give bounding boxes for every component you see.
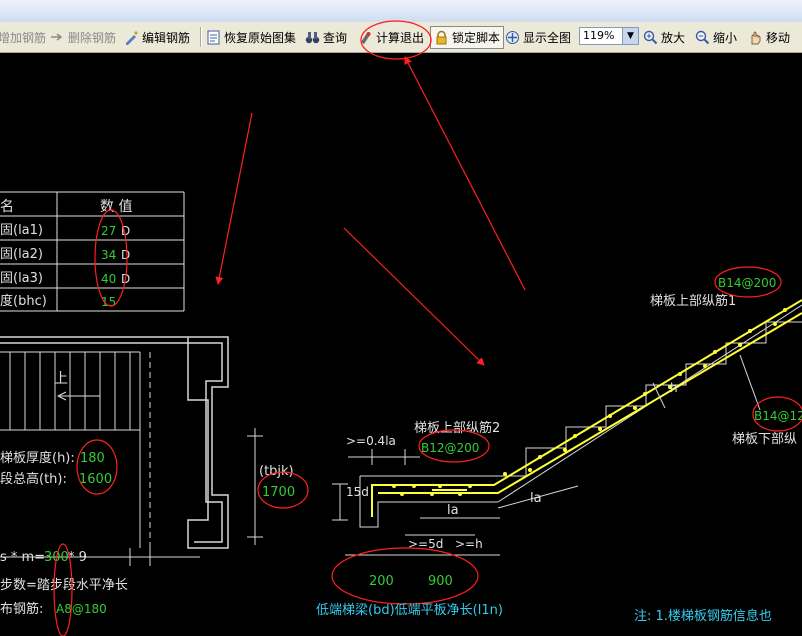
table-row-value: 27 xyxy=(101,224,116,238)
plan-height-value: 1600 xyxy=(79,472,112,487)
dim-15d-label: 15d xyxy=(346,485,369,499)
dim-la-label: la xyxy=(447,503,459,518)
section-dimension-lines xyxy=(332,354,761,556)
stair-plan xyxy=(0,336,229,549)
tbjk-dimension xyxy=(247,428,263,545)
plan-thickness-label: 梯板厚度(h): xyxy=(0,450,75,466)
table-row-value: 40 xyxy=(101,272,116,286)
table-row-name: 固(la2) xyxy=(0,247,43,262)
rebar-lines xyxy=(371,299,802,517)
drawing-canvas[interactable]: 名 数 值 固(la1) 27 D 固(la2) 34 D 固(la3) 40 … xyxy=(0,53,802,636)
length-value: 900 xyxy=(428,574,453,589)
dim-h-label: >=h xyxy=(455,537,483,551)
top-bar2-value: B12@200 xyxy=(421,441,479,455)
up-arrow-icon xyxy=(56,391,100,401)
drawing-note: 注: 1.楼梯板钢筋信息也 xyxy=(634,608,772,624)
table-rows: 固(la1) 27 D 固(la2) 34 D 固(la3) 40 D 度(bh… xyxy=(0,223,130,309)
tbjk-value: 1700 xyxy=(262,485,295,500)
table-row-value: 15 xyxy=(101,295,116,309)
plan-thickness-value: 180 xyxy=(80,451,105,466)
plan-steps xyxy=(9,352,131,430)
bottom-bar-label: 梯板下部纵 xyxy=(732,432,797,447)
tbjk-label: (tbjk) xyxy=(259,464,294,479)
table-row-name: 固(la3) xyxy=(0,271,43,286)
table-row-unit: D xyxy=(121,248,130,262)
table-row-name: 度(bhc) xyxy=(0,293,47,309)
top-bar2-label: 梯板上部纵筋2 xyxy=(414,420,500,436)
rebar-dots xyxy=(392,308,787,496)
beam-value: 200 xyxy=(369,574,394,589)
dim-la-label: la xyxy=(530,491,542,506)
table-row-value: 34 xyxy=(101,248,116,262)
table-header-name: 名 xyxy=(0,199,14,215)
red-ellipse-bottom-values xyxy=(331,547,479,605)
red-annotation-arrows xyxy=(215,56,526,366)
plan-distribution-value: A8@180 xyxy=(56,602,107,616)
plan-up-label: 上 xyxy=(54,371,68,387)
top-bar1-value: B14@200 xyxy=(718,276,776,290)
h-mark-label: h xyxy=(670,381,678,395)
plan-bs-label: s * m= xyxy=(0,550,45,565)
table-row-name: 固(la1) xyxy=(0,223,43,238)
top-bar1-label: 梯板上部纵筋1 xyxy=(650,293,736,309)
bottom-bar-value: B14@12 xyxy=(754,409,802,423)
plan-height-label: 段总高(th): xyxy=(0,471,67,487)
bottom-length-label: 低端梯梁(bd)低端平板净长(l1n) xyxy=(316,603,503,618)
plan-distribution-label: 布钢筋: xyxy=(0,601,43,617)
dim-04la-label: >=0.4la xyxy=(346,434,396,448)
plan-step-label: 步数=踏步段水平净长 xyxy=(0,578,128,593)
